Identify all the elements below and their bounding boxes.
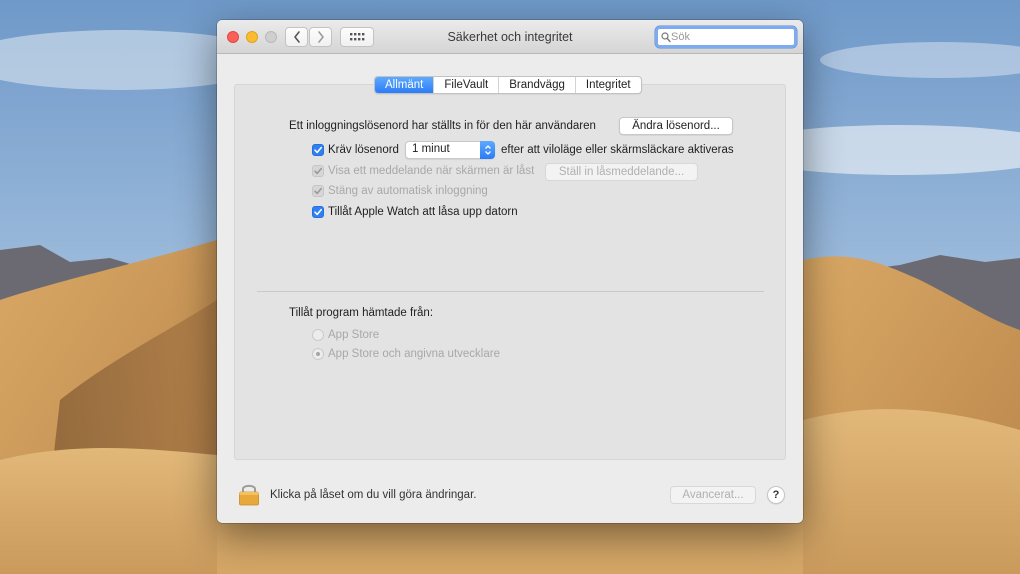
checkmark-icon [314,208,322,216]
show-lock-message-checkbox[interactable] [312,165,324,177]
radio-app-store-label: App Store [328,329,380,341]
checkmark-icon [314,167,322,175]
require-password-label: Kräv lösenord [328,144,399,156]
password-delay-value: 1 minut [412,143,450,155]
allow-apps-heading: Tillåt program hämtade från: [289,307,434,319]
password-delay-select[interactable]: 1 minut [405,141,495,159]
disable-auto-login-checkbox[interactable] [312,185,324,197]
magnifier-icon [661,32,671,43]
search-input[interactable] [671,30,791,44]
show-lock-message-label: Visa ett meddelande när skärmen är låst [328,165,535,177]
tab-firewall[interactable]: Brandvägg [498,77,575,93]
advanced-button[interactable]: Avancerat... [670,486,756,504]
checkmark-icon [314,146,322,154]
require-password-checkbox[interactable] [312,144,324,156]
up-down-arrows-icon [484,145,491,155]
change-password-button[interactable]: Ändra lösenord... [619,117,733,135]
apple-watch-unlock-checkbox[interactable] [312,206,324,218]
tab-privacy[interactable]: Integritet [574,77,641,93]
set-lock-message-button[interactable]: Ställ in låsmeddelande... [545,163,698,181]
tab-general[interactable]: Allmänt [375,77,434,93]
require-password-suffix: efter att viloläge eller skärmsläckare a… [501,144,734,156]
tab-filevault[interactable]: FileVault [433,77,498,93]
general-panel [234,84,786,460]
password-set-text: Ett inloggningslösenord har ställts in f… [289,120,596,132]
radio-app-store-identified-label: App Store och angivna utvecklare [328,348,500,360]
title-bar: Säkerhet och integritet [217,20,803,54]
tab-bar: Allmänt FileVault Brandvägg Integritet [374,76,642,94]
disable-auto-login-label: Stäng av automatisk inloggning [328,185,488,197]
search-field[interactable] [655,26,797,48]
checkmark-icon [314,187,322,195]
help-button[interactable]: ? [767,486,785,504]
lock-button[interactable] [238,482,260,509]
radio-app-store[interactable] [312,329,324,341]
preferences-window: Säkerhet och integritet Allmänt FileVaul… [217,20,803,523]
stepper-arrows-icon [480,141,495,159]
radio-app-store-identified[interactable] [312,348,324,360]
apple-watch-unlock-label: Tillåt Apple Watch att låsa upp datorn [328,206,518,218]
section-divider [257,291,764,292]
padlock-icon [239,484,259,506]
lock-hint-text: Klicka på låset om du vill göra ändringa… [270,489,477,501]
